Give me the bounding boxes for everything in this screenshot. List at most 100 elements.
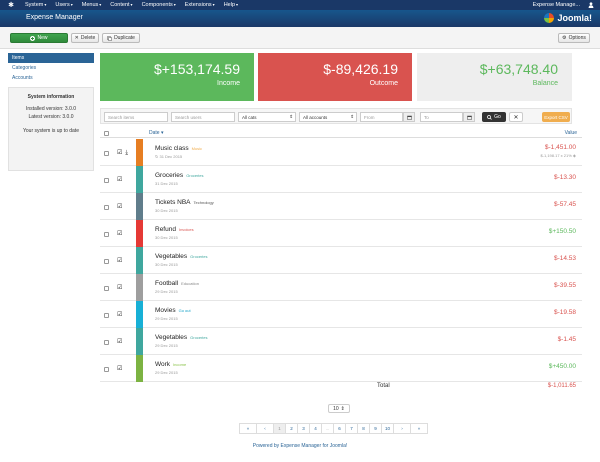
edit-icon[interactable]: ☑: [117, 204, 122, 210]
item-name[interactable]: Football: [155, 280, 178, 287]
pagination: «‹ 1 2 3 4... 6 7 8 9 10 ›»: [239, 423, 429, 434]
chevron-down-icon: ⇕: [289, 114, 293, 119]
category-label: Groceries: [190, 254, 208, 259]
menu-components[interactable]: Components▾: [142, 2, 176, 8]
row-date: 31 Dec 2015: [155, 181, 178, 186]
row-name[interactable]: Groceries Groceries: [155, 172, 204, 179]
joomla-icon[interactable]: ✱: [6, 0, 16, 10]
chevron-down-icon: ▾: [212, 2, 215, 7]
download-icon[interactable]: ⤓: [125, 150, 128, 156]
row-name[interactable]: Football Education: [155, 280, 199, 287]
date-column-header[interactable]: Date ▾: [149, 130, 163, 136]
category-label: Education: [181, 281, 199, 286]
item-name[interactable]: Refund: [155, 226, 176, 233]
footer-credit[interactable]: Powered by Expense Manager for Joomla!: [0, 443, 600, 449]
calendar-icon[interactable]: [403, 112, 415, 122]
duplicate-button[interactable]: Duplicate: [102, 33, 140, 43]
outcome-summary: $-89,426.19 Outcome: [258, 53, 412, 101]
edit-icon[interactable]: ☑: [117, 177, 122, 183]
first-page-button[interactable]: «: [239, 423, 257, 434]
edit-icon[interactable]: ☑: [117, 285, 122, 291]
export-csv-button[interactable]: Export CSV: [542, 112, 570, 122]
account-select[interactable]: All accounts ⇕: [299, 112, 357, 122]
row-name[interactable]: Refund Invoices: [155, 226, 194, 233]
category-color-bar: [136, 139, 143, 166]
to-date-input[interactable]: To: [420, 112, 463, 122]
item-name[interactable]: Groceries: [155, 172, 183, 179]
transactions-table: ☑ ⤓ Music class Music ↻ 31 Dec 2015 $-1,451.0…: [100, 139, 582, 382]
item-name[interactable]: Music class: [155, 145, 189, 152]
calendar-icon[interactable]: [463, 112, 475, 122]
item-name[interactable]: Movies: [155, 307, 176, 314]
row-value: $-1.45: [557, 336, 576, 343]
item-name[interactable]: Tickets NBA: [155, 199, 191, 206]
item-name[interactable]: Vegetables: [155, 253, 187, 260]
go-button[interactable]: Go: [482, 112, 506, 122]
item-name[interactable]: Work: [155, 361, 170, 368]
table-row[interactable]: ☑ Movies Go out 29 Dec 2015 $-19.58: [100, 301, 582, 328]
table-row[interactable]: ☑ Work Income 29 Dec 2015 $+450.00: [100, 355, 582, 382]
row-checkbox[interactable]: [104, 259, 109, 264]
menu-extensions[interactable]: Extensions▾: [185, 2, 215, 8]
row-value: $-19.58: [553, 309, 576, 316]
edit-icon[interactable]: ☑: [117, 339, 122, 345]
table-row[interactable]: ☑ Vegetables Groceries 29 Dec 2015 $-1.45: [100, 328, 582, 355]
row-checkbox[interactable]: [104, 340, 109, 345]
category-label: Music: [191, 146, 203, 151]
edit-icon[interactable]: ☑: [117, 150, 122, 156]
row-checkbox[interactable]: [104, 205, 109, 210]
row-checkbox[interactable]: [104, 178, 109, 183]
last-page-button[interactable]: »: [410, 423, 429, 434]
site-link[interactable]: Expense Manage...: [533, 2, 580, 8]
sidebar-item-accounts[interactable]: Accounts: [8, 73, 94, 83]
category-select[interactable]: All cats ⇕: [238, 112, 296, 122]
row-checkbox[interactable]: [104, 151, 109, 156]
edit-icon[interactable]: ☑: [117, 366, 122, 372]
table-row[interactable]: ☑ Tickets NBA Technology 30 Dec 2015 $-57.45: [100, 193, 582, 220]
row-checkbox[interactable]: [104, 367, 109, 372]
menu-content[interactable]: Content▾: [110, 2, 132, 8]
prev-page-button[interactable]: ‹: [256, 423, 274, 434]
search-users-input[interactable]: Search users: [171, 112, 235, 122]
menu-system[interactable]: System▾: [25, 2, 46, 8]
next-page-button[interactable]: ›: [393, 423, 412, 434]
delete-button[interactable]: ✕ Delete: [71, 33, 99, 43]
value-column-header[interactable]: Value: [565, 130, 577, 136]
row-name[interactable]: Music class Music: [155, 145, 202, 152]
menu-users[interactable]: Users▾: [55, 2, 72, 8]
chevron-down-icon: ▾: [236, 2, 239, 7]
row-checkbox[interactable]: [104, 286, 109, 291]
table-row[interactable]: ☑ Vegetables Groceries 30 Dec 2015 $-14.53: [100, 247, 582, 274]
sidebar-item-items[interactable]: Items: [8, 53, 94, 63]
table-row[interactable]: ☑ Refund Invoices 30 Dec 2015 $+150.50: [100, 220, 582, 247]
row-name[interactable]: Tickets NBA Technology: [155, 199, 214, 206]
table-row[interactable]: ☑ Groceries Groceries 31 Dec 2015 $-13.30: [100, 166, 582, 193]
search-items-input[interactable]: Search items: [104, 112, 168, 122]
row-checkbox[interactable]: [104, 232, 109, 237]
category-label: Groceries: [186, 173, 204, 178]
list-limit-select[interactable]: 10 ⇕: [328, 404, 350, 413]
user-icon[interactable]: [588, 2, 594, 8]
sidebar-item-categories[interactable]: Categories: [8, 63, 94, 73]
from-date-input[interactable]: From: [360, 112, 403, 122]
date-text: 29 Dec 2015: [155, 370, 178, 375]
table-row[interactable]: ☑ Football Education 29 Dec 2015 $-39.55: [100, 274, 582, 301]
edit-icon[interactable]: ☑: [117, 312, 122, 318]
row-name[interactable]: Vegetables Groceries: [155, 253, 208, 260]
edit-icon[interactable]: ☑: [117, 258, 122, 264]
row-date: 30 Dec 2015: [155, 262, 178, 267]
options-button[interactable]: ⚙ Options: [558, 33, 590, 43]
menu-menus[interactable]: Menus▾: [82, 2, 102, 8]
select-all-checkbox[interactable]: [104, 131, 109, 136]
edit-icon[interactable]: ☑: [117, 231, 122, 237]
menu-help[interactable]: Help▾: [224, 2, 238, 8]
row-name[interactable]: Work Income: [155, 361, 186, 368]
table-row[interactable]: ☑ ⤓ Music class Music ↻ 31 Dec 2015 $-1,451.0…: [100, 139, 582, 166]
item-name[interactable]: Vegetables: [155, 334, 187, 341]
row-name[interactable]: Vegetables Groceries: [155, 334, 208, 341]
clear-filters-button[interactable]: ✕: [509, 112, 523, 122]
new-button[interactable]: New: [10, 33, 68, 43]
delete-label: Delete: [80, 35, 96, 41]
row-name[interactable]: Movies Go out: [155, 307, 191, 314]
row-checkbox[interactable]: [104, 313, 109, 318]
